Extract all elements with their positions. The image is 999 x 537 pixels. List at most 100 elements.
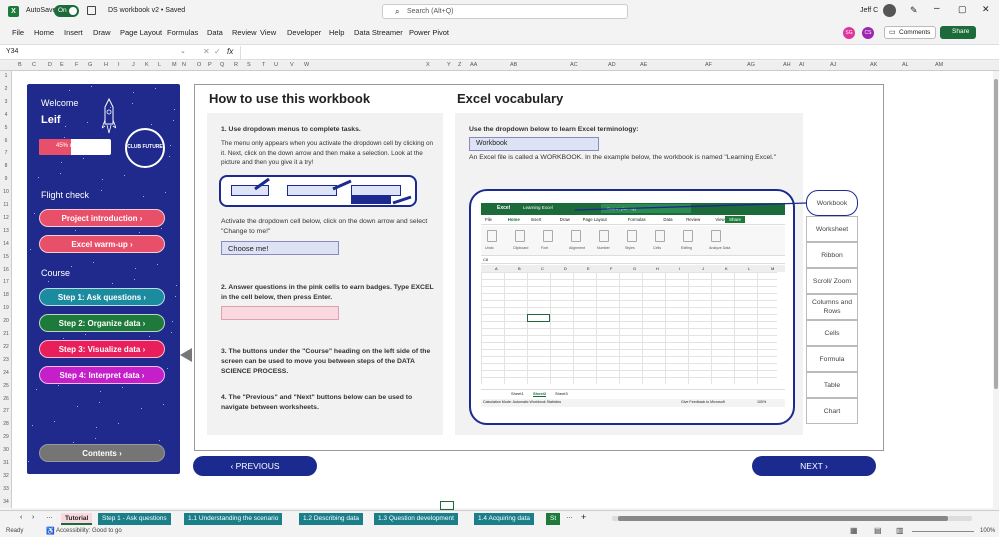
collapse-arrow-icon[interactable] (180, 348, 192, 362)
search-box[interactable]: ⌕ Search (Alt+Q) (382, 4, 628, 19)
column-header[interactable]: N (182, 62, 186, 68)
minimize-icon[interactable]: – (934, 3, 940, 14)
row-header[interactable]: 14 (0, 241, 12, 247)
row-header[interactable]: 11 (0, 202, 12, 208)
column-header[interactable]: F (75, 62, 78, 68)
menu-review[interactable]: Review (232, 28, 257, 37)
row-header[interactable]: 1 (0, 73, 12, 79)
course-nav-button[interactable]: Project introduction › (39, 209, 165, 227)
vocab-dropdown[interactable]: Workbook (469, 137, 599, 151)
sheet-tab[interactable]: 1.3 Question development (374, 513, 458, 525)
vocab-term-cells[interactable]: Cells (806, 320, 858, 346)
save-icon[interactable] (87, 6, 96, 15)
row-header[interactable]: 33 (0, 486, 12, 492)
next-button[interactable]: NEXT › (752, 456, 876, 476)
column-header[interactable]: T (262, 62, 265, 68)
previous-button[interactable]: ‹ PREVIOUS (193, 456, 317, 476)
column-header[interactable]: Z (458, 62, 461, 68)
close-icon[interactable]: ✕ (982, 4, 990, 15)
column-header[interactable]: E (60, 62, 64, 68)
autosave-toggle[interactable]: On (54, 5, 79, 17)
column-header[interactable]: V (290, 62, 294, 68)
course-nav-button[interactable]: Step 3: Visualize data › (39, 340, 165, 358)
row-header[interactable]: 15 (0, 254, 12, 260)
column-header[interactable]: Q (220, 62, 224, 68)
vocab-term-formula[interactable]: Formula (806, 346, 858, 372)
normal-view-icon[interactable]: ▦ (850, 526, 858, 535)
vocab-term-table[interactable]: Table (806, 372, 858, 398)
row-header[interactable]: 20 (0, 318, 12, 324)
column-header[interactable]: L (158, 62, 161, 68)
scroll-thumb[interactable] (994, 79, 998, 389)
column-header[interactable]: M (172, 62, 177, 68)
row-header[interactable]: 2 (0, 86, 12, 92)
row-header[interactable]: 21 (0, 331, 12, 337)
column-header[interactable]: AG (747, 62, 755, 68)
menu-data[interactable]: Data (207, 28, 223, 37)
sheet-tab[interactable]: Step 1 - Ask questions (98, 513, 171, 525)
vocab-term-columns-and-rows[interactable]: Columns and Rows (806, 294, 858, 320)
column-header[interactable]: P (208, 62, 212, 68)
formula-input[interactable] (240, 46, 995, 59)
vocab-term-chart[interactable]: Chart (806, 398, 858, 424)
course-nav-button[interactable]: Excel warm-up › (39, 235, 165, 253)
column-header[interactable]: Y (447, 62, 451, 68)
horizontal-scrollbar[interactable] (612, 516, 972, 521)
sheet-tab[interactable]: 1.1 Understanding the scenario (184, 513, 283, 525)
vocab-term-scroll-zoom[interactable]: Scroll/ Zoom (806, 268, 858, 294)
sheet-tab[interactable]: 1.4 Acquiring data (474, 513, 535, 525)
row-header[interactable]: 34 (0, 499, 12, 505)
row-header[interactable]: 16 (0, 267, 12, 273)
menu-developer[interactable]: Developer (287, 28, 321, 37)
menu-formulas[interactable]: Formulas (167, 28, 198, 37)
answer-cell[interactable] (221, 306, 339, 320)
tab-nav-right-icon[interactable]: › (32, 514, 34, 521)
menu-power-pivot[interactable]: Power Pivot (409, 28, 449, 37)
share-button[interactable]: Share (940, 26, 976, 39)
column-header[interactable]: K (145, 62, 149, 68)
row-header[interactable]: 30 (0, 447, 12, 453)
column-header[interactable]: D (48, 62, 52, 68)
column-header[interactable]: X (426, 62, 430, 68)
column-header[interactable]: W (304, 62, 309, 68)
vocab-term-ribbon[interactable]: Ribbon (806, 242, 858, 268)
row-header[interactable]: 7 (0, 150, 12, 156)
row-header[interactable]: 26 (0, 396, 12, 402)
document-title[interactable]: DS workbook v2 • Saved (108, 7, 185, 14)
accessibility-status[interactable]: Accessibility: Good to go (56, 528, 122, 534)
row-header[interactable]: 3 (0, 99, 12, 105)
row-header[interactable]: 12 (0, 215, 12, 221)
page-break-icon[interactable]: ▥ (896, 526, 904, 535)
tab-more-icon[interactable]: … (46, 513, 53, 520)
row-header[interactable]: 29 (0, 434, 12, 440)
row-header[interactable]: 25 (0, 383, 12, 389)
row-header[interactable]: 22 (0, 344, 12, 350)
user-name[interactable]: Jeff C (860, 7, 878, 14)
row-header[interactable]: 28 (0, 421, 12, 427)
column-header[interactable]: J (132, 62, 135, 68)
column-header[interactable]: B (18, 62, 22, 68)
selected-cell[interactable] (440, 501, 454, 510)
column-header[interactable]: R (234, 62, 238, 68)
row-header[interactable]: 24 (0, 370, 12, 376)
row-header[interactable]: 17 (0, 279, 12, 285)
column-header[interactable]: AH (783, 62, 791, 68)
user-avatar[interactable] (883, 4, 896, 17)
cancel-icon[interactable]: ✕ (203, 47, 210, 56)
column-header[interactable]: AI (799, 62, 804, 68)
menu-insert[interactable]: Insert (64, 28, 83, 37)
row-header[interactable]: 5 (0, 125, 12, 131)
menu-file[interactable]: File (12, 28, 24, 37)
column-header[interactable]: AJ (830, 62, 836, 68)
menu-draw[interactable]: Draw (93, 28, 111, 37)
vocab-term-workbook[interactable]: Workbook (806, 190, 858, 216)
column-header[interactable]: H (104, 62, 108, 68)
zoom-slider[interactable] (912, 531, 974, 532)
column-header[interactable]: AF (705, 62, 712, 68)
restore-icon[interactable]: ▢ (958, 4, 967, 15)
page-layout-icon[interactable]: ▤ (874, 526, 882, 535)
add-sheet-icon[interactable]: + (581, 512, 586, 522)
column-header[interactable]: AD (608, 62, 616, 68)
menu-view[interactable]: View (260, 28, 276, 37)
tab-more-right-icon[interactable]: … (566, 513, 573, 520)
